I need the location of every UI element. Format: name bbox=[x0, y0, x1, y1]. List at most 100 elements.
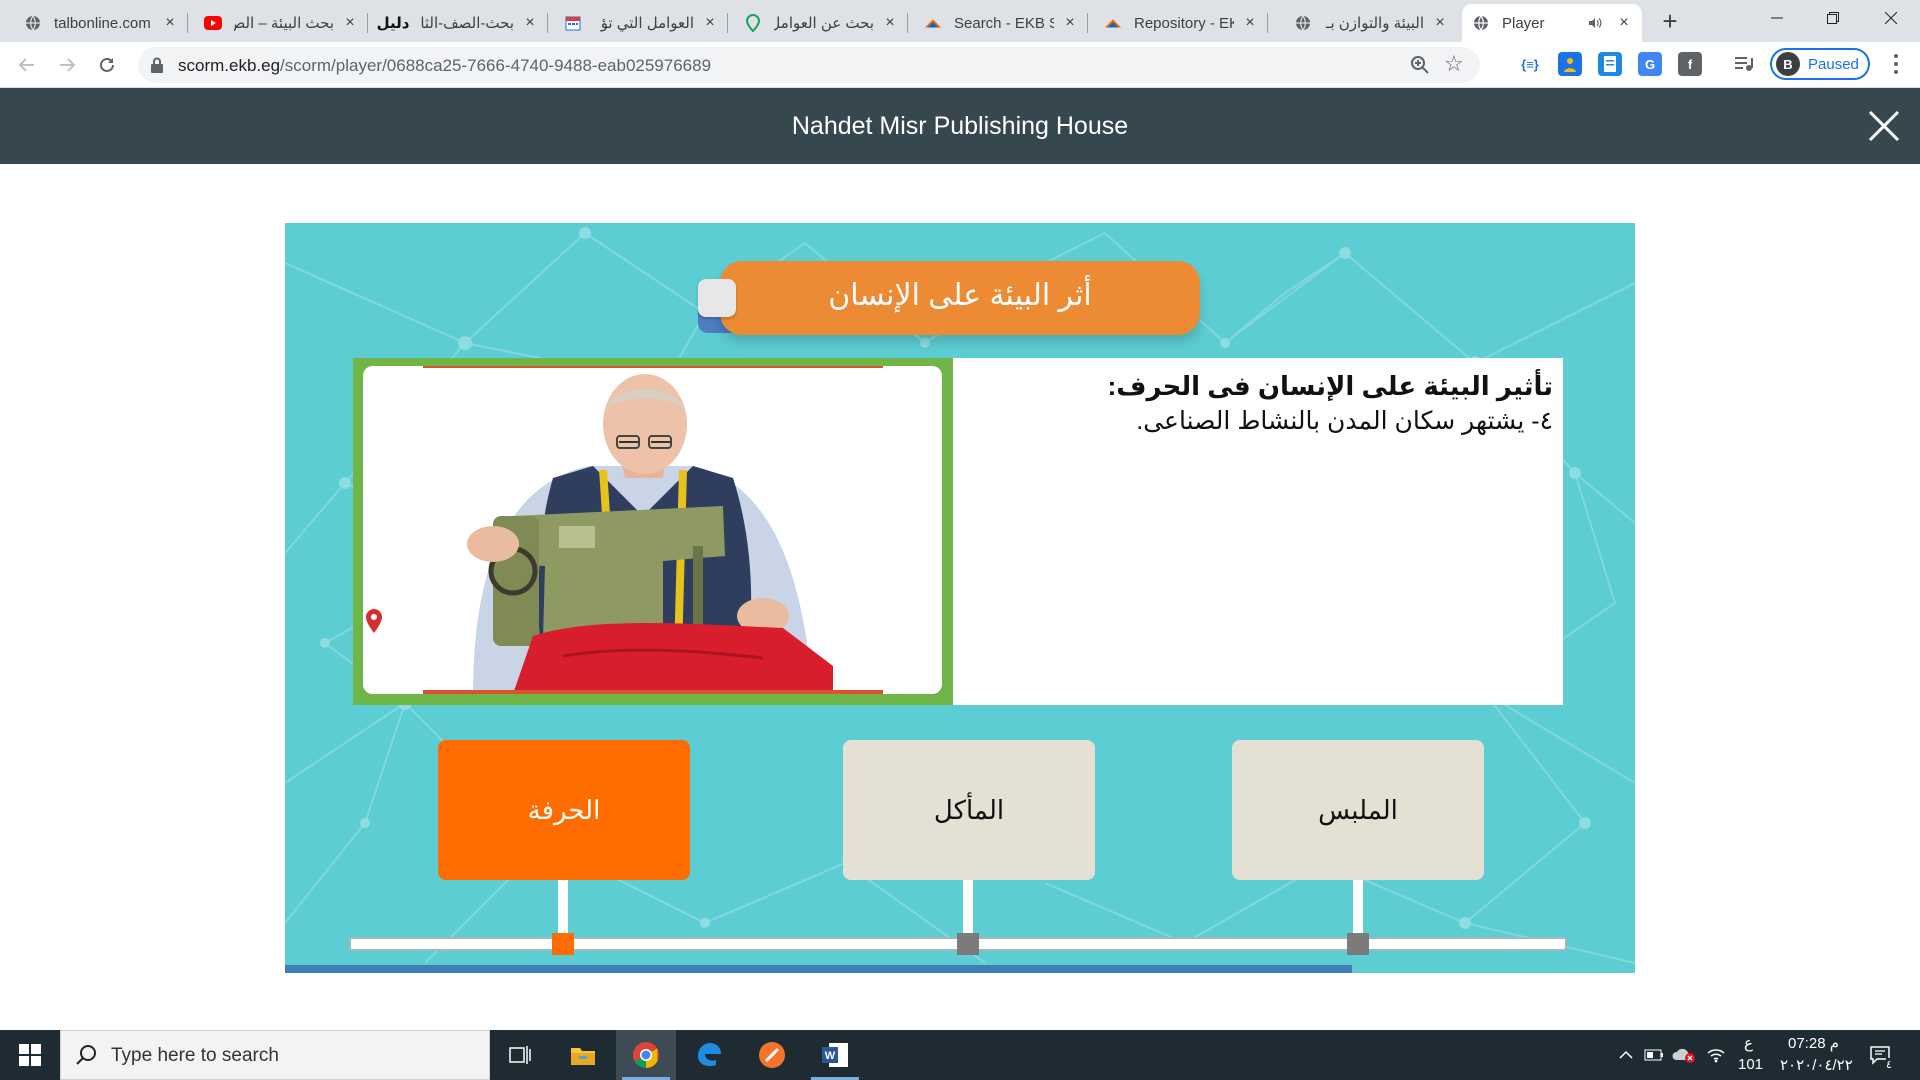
connector-stem bbox=[1353, 880, 1363, 938]
profile-button[interactable]: B Paused bbox=[1770, 48, 1870, 80]
onedrive-error-icon[interactable] bbox=[1670, 1030, 1698, 1080]
browser-tab[interactable]: بحث عن العوامل × bbox=[734, 4, 908, 42]
word-icon[interactable]: W bbox=[805, 1030, 865, 1080]
taskbar-search-box[interactable]: Type here to search bbox=[60, 1030, 490, 1080]
tab-close-icon[interactable]: × bbox=[882, 15, 898, 31]
timeline-marker-clothing[interactable] bbox=[1347, 933, 1369, 955]
extension-doc-icon[interactable] bbox=[1598, 52, 1622, 76]
location-pin-icon[interactable] bbox=[365, 608, 383, 634]
paint-app-icon[interactable] bbox=[742, 1030, 802, 1080]
zoom-icon[interactable] bbox=[1410, 55, 1430, 75]
back-icon[interactable] bbox=[12, 50, 42, 80]
search-icon bbox=[75, 1044, 99, 1068]
ekb-icon bbox=[924, 14, 942, 32]
category-label: المأكل bbox=[933, 794, 1005, 825]
new-tab-button[interactable]: + bbox=[1656, 8, 1684, 36]
browser-tab[interactable]: العوامل التي تؤ × bbox=[554, 4, 728, 42]
bookmark-star-icon[interactable]: ☆ bbox=[1444, 53, 1466, 75]
youtube-icon bbox=[204, 14, 222, 32]
extension-person-icon[interactable] bbox=[1558, 52, 1582, 76]
notification-badge: ٤ bbox=[1886, 1058, 1892, 1071]
translate-icon[interactable]: G bbox=[1638, 52, 1662, 76]
tab-close-icon[interactable]: × bbox=[1432, 15, 1448, 31]
tab-title: Player bbox=[1502, 14, 1545, 32]
tab-close-icon[interactable]: × bbox=[1616, 15, 1632, 31]
windows-start-icon[interactable] bbox=[0, 1030, 60, 1080]
tab-close-icon[interactable]: × bbox=[702, 15, 718, 31]
lock-icon[interactable] bbox=[150, 57, 166, 73]
category-button-food[interactable]: المأكل bbox=[843, 740, 1095, 880]
tab-close-icon[interactable]: × bbox=[162, 15, 178, 31]
tab-close-icon[interactable]: × bbox=[522, 15, 538, 31]
minimize-icon[interactable] bbox=[1748, 0, 1806, 36]
timeline-marker-craft[interactable] bbox=[552, 933, 574, 955]
media-queue-icon[interactable] bbox=[1732, 52, 1756, 76]
forward-icon[interactable] bbox=[52, 50, 82, 80]
tailor-photo bbox=[363, 366, 942, 694]
url-path: /scorm/player/0688ca25-7666-4740-9488-ea… bbox=[280, 56, 712, 75]
url-text[interactable]: scorm.ekb.eg/scorm/player/0688ca25-7666-… bbox=[178, 56, 711, 76]
facebook-icon[interactable]: f bbox=[1678, 52, 1702, 76]
tab-title: البيئة والتوازن بـ bbox=[1326, 15, 1424, 32]
lesson-title-banner: أثر البيئة على الإنسان bbox=[720, 261, 1200, 335]
browser-tab[interactable]: talbonline.com × bbox=[14, 4, 188, 42]
close-window-icon[interactable] bbox=[1862, 0, 1920, 36]
browser-tab-strip: talbonline.com × بحث البيئة – الص × دليل… bbox=[0, 0, 1920, 42]
wifi-icon[interactable] bbox=[1702, 1030, 1730, 1080]
lesson-title: أثر البيئة على الإنسان bbox=[828, 279, 1092, 312]
lesson-stage: أثر البيئة على الإنسان تأثير البيئة على … bbox=[285, 223, 1635, 973]
chevron-up-icon[interactable] bbox=[1614, 1030, 1638, 1080]
player-header: Nahdet Misr Publishing House bbox=[0, 88, 1920, 164]
connector-stem bbox=[558, 880, 568, 938]
clock-date[interactable]: ٢٠٢٠/٠٤/٢٢ bbox=[1780, 1056, 1853, 1074]
extension-code-icon[interactable]: {≡} bbox=[1518, 52, 1542, 76]
tab-title: بحث البيئة – الص bbox=[234, 15, 334, 32]
svg-text:W: W bbox=[825, 1050, 836, 1062]
tab-separator bbox=[1087, 13, 1088, 33]
clock-time[interactable]: 07:28 م bbox=[1788, 1034, 1839, 1052]
tab-separator bbox=[187, 13, 188, 33]
tab-title: بحث-الصف-الثا bbox=[420, 15, 514, 32]
tab-close-icon[interactable]: × bbox=[1062, 15, 1078, 31]
url-host: scorm.ekb.eg bbox=[178, 56, 281, 75]
category-button-clothing[interactable]: الملبس bbox=[1232, 740, 1484, 880]
ime-indicator[interactable]: ع bbox=[1744, 1034, 1753, 1052]
avatar: B bbox=[1776, 52, 1800, 76]
windows-taskbar: Type here to search W ع 101 07:28 م ٢٠٢٠… bbox=[0, 1030, 1920, 1080]
task-view-icon[interactable] bbox=[490, 1030, 550, 1080]
player-title: Nahdet Misr Publishing House bbox=[791, 112, 1129, 140]
category-button-craft[interactable]: الحرفة bbox=[438, 740, 690, 880]
notification-center-icon[interactable] bbox=[1864, 1030, 1896, 1080]
dalil-icon: دليل bbox=[376, 15, 410, 32]
edge-icon[interactable] bbox=[679, 1030, 739, 1080]
browser-toolbar: scorm.ekb.eg/scorm/player/0688ca25-7666-… bbox=[0, 42, 1920, 88]
file-explorer-icon[interactable] bbox=[553, 1030, 613, 1080]
browser-tab[interactable]: البيئة والتوازن بـ × bbox=[1284, 4, 1458, 42]
pin-icon bbox=[744, 14, 762, 32]
address-bar[interactable]: scorm.ekb.eg/scorm/player/0688ca25-7666-… bbox=[138, 47, 1480, 83]
calendar-icon bbox=[564, 14, 582, 32]
timeline-marker-food[interactable] bbox=[957, 933, 979, 955]
tab-separator bbox=[367, 13, 368, 33]
tab-separator bbox=[907, 13, 908, 33]
close-icon[interactable] bbox=[1866, 108, 1902, 144]
chrome-taskbar-icon[interactable] bbox=[616, 1030, 676, 1080]
lesson-progress-bar bbox=[285, 965, 1352, 973]
restore-icon[interactable] bbox=[1804, 0, 1862, 36]
tab-close-icon[interactable]: × bbox=[1242, 15, 1258, 31]
browser-tab[interactable]: دليل بحث-الصف-الثا × bbox=[374, 4, 548, 42]
tab-title: Repository - EK bbox=[1134, 14, 1234, 32]
browser-tab-active[interactable]: Player × bbox=[1462, 4, 1642, 42]
browser-tab[interactable]: Repository - EK × bbox=[1094, 4, 1268, 42]
tab-close-icon[interactable]: × bbox=[342, 15, 358, 31]
audio-playing-icon[interactable] bbox=[1586, 14, 1604, 32]
browser-menu-icon[interactable] bbox=[1886, 52, 1906, 76]
reload-icon[interactable] bbox=[92, 50, 122, 80]
browser-tab[interactable]: بحث البيئة – الص × bbox=[194, 4, 368, 42]
battery-icon[interactable] bbox=[1642, 1030, 1666, 1080]
ime-layout-code: 101 bbox=[1738, 1056, 1764, 1073]
tab-title: Search - EKB St bbox=[954, 14, 1054, 32]
profile-status: Paused bbox=[1808, 55, 1859, 73]
banner-toggle[interactable] bbox=[698, 279, 736, 317]
browser-tab[interactable]: Search - EKB St × bbox=[914, 4, 1088, 42]
